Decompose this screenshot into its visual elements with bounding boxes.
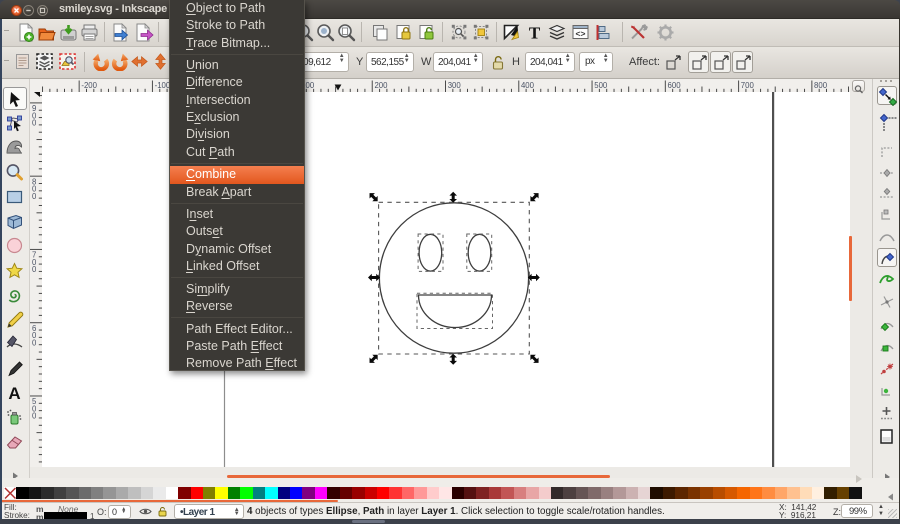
svg-text:700: 700: [741, 81, 755, 90]
svg-text:0: 0: [32, 338, 37, 347]
svg-text:300: 300: [448, 81, 462, 90]
svg-text:-200: -200: [81, 81, 97, 90]
svg-text:200: 200: [374, 81, 388, 90]
svg-text:0: 0: [32, 192, 37, 201]
svg-text:400: 400: [521, 81, 535, 90]
svg-text:0: 0: [32, 265, 37, 274]
svg-text:800: 800: [814, 81, 828, 90]
svg-text:0: 0: [32, 412, 37, 421]
svg-text:500: 500: [594, 81, 608, 90]
svg-text:T: T: [529, 24, 541, 43]
svg-text:0: 0: [32, 119, 37, 128]
svg-text:<>: <>: [576, 29, 586, 39]
svg-text:600: 600: [668, 81, 682, 90]
svg-text:A: A: [8, 384, 20, 402]
